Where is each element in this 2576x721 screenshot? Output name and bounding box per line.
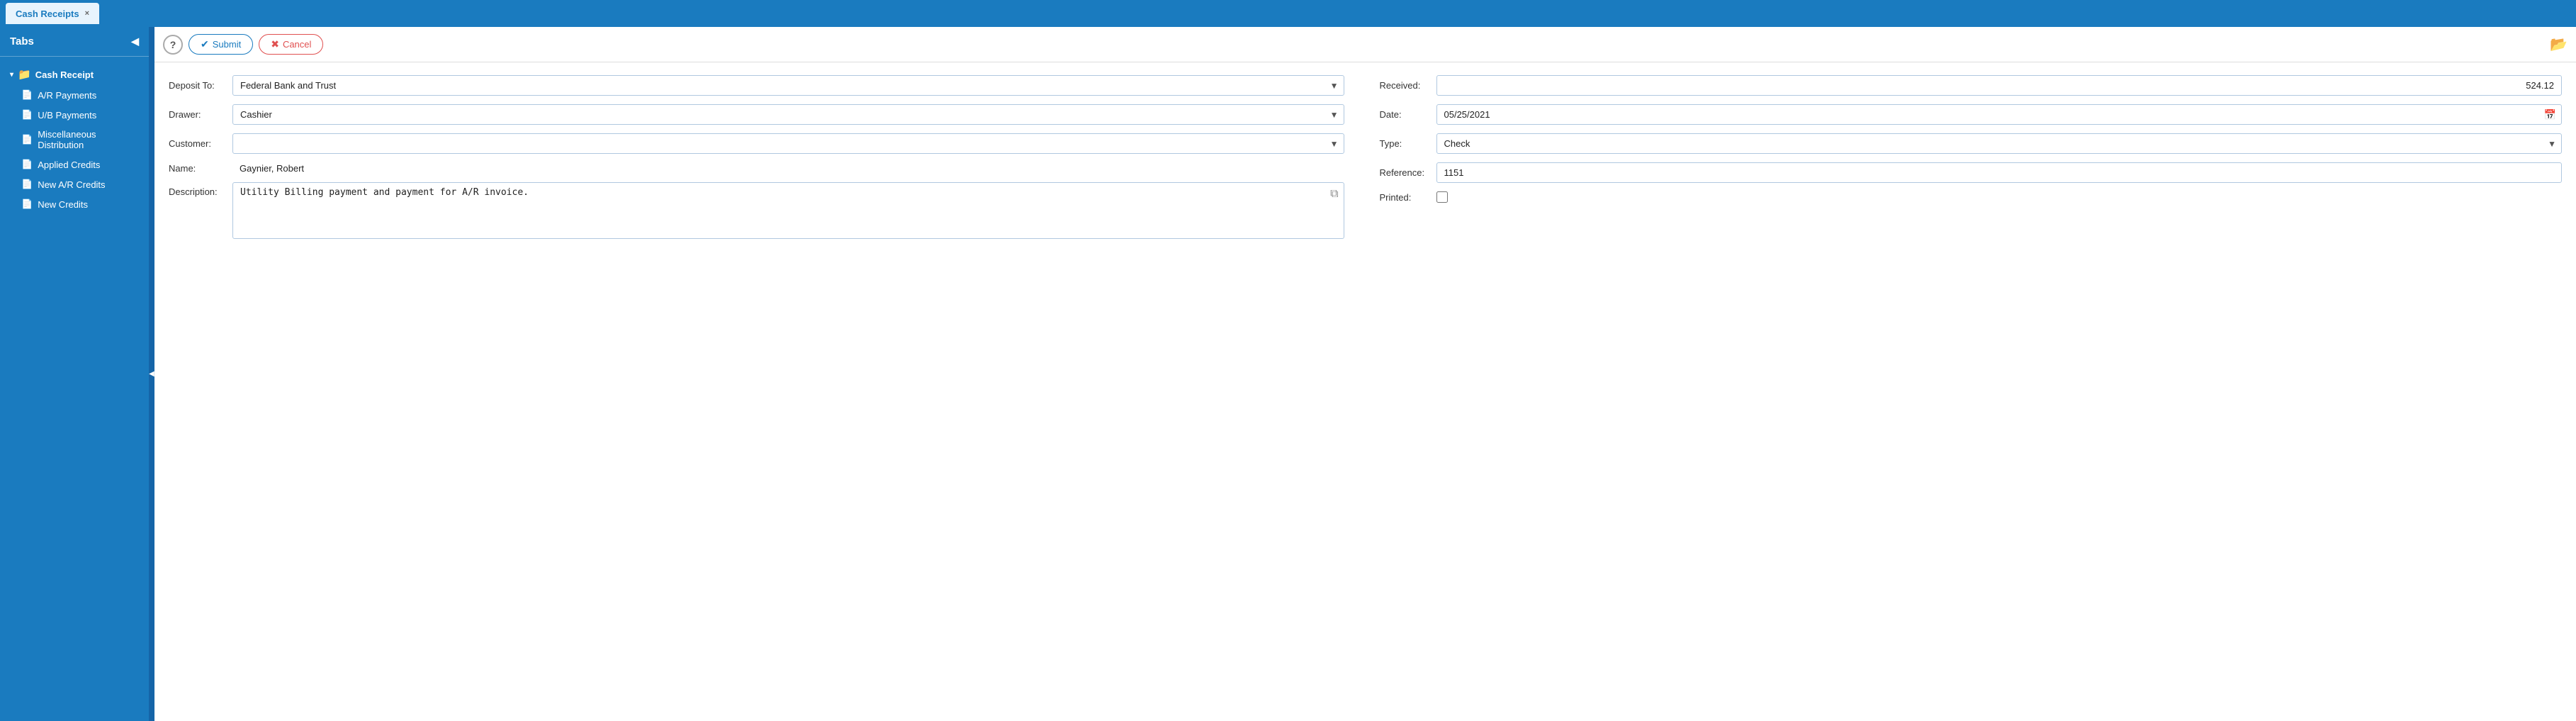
deposit-to-select-wrapper: Federal Bank and Trust ▼ (232, 75, 1344, 96)
cancel-button[interactable]: ✖ Cancel (259, 34, 323, 55)
sidebar-item-new-credits[interactable]: 📄 New Credits (6, 194, 143, 214)
submit-button[interactable]: ✔ Submit (189, 34, 253, 55)
date-input[interactable] (1436, 104, 2563, 125)
sidebar-title: Tabs (10, 35, 34, 47)
deposit-to-select[interactable]: Federal Bank and Trust (232, 75, 1344, 96)
sidebar-item-label: New A/R Credits (38, 179, 105, 190)
reference-input[interactable] (1436, 162, 2563, 183)
reference-label: Reference: (1380, 167, 1436, 178)
reference-control (1436, 162, 2563, 183)
date-row: Date: 📅 (1380, 104, 2563, 125)
type-control: Check Cash Credit Card ACH ▼ (1436, 133, 2563, 154)
sidebar-item-misc-distribution[interactable]: 📄 Miscellaneous Distribution (6, 125, 143, 155)
reference-row: Reference: (1380, 162, 2563, 183)
sidebar-toggle-icon[interactable]: ◀ (131, 35, 139, 47)
drawer-select[interactable]: Cashier (232, 104, 1344, 125)
description-label: Description: (169, 182, 232, 197)
deposit-to-row: Deposit To: Federal Bank and Trust ▼ (169, 75, 1344, 96)
copy-icon[interactable]: ⧉ (1330, 188, 1338, 201)
drawer-select-wrapper: Cashier ▼ (232, 104, 1344, 125)
doc-icon-ar: 📄 (21, 89, 33, 101)
sidebar-item-label: A/R Payments (38, 90, 96, 101)
name-row: Name: Gaynier, Robert (169, 162, 1344, 174)
printed-label: Printed: (1380, 192, 1436, 203)
received-control (1436, 75, 2563, 96)
tab-close-icon[interactable]: × (85, 9, 89, 18)
type-select-wrapper: Check Cash Credit Card ACH ▼ (1436, 133, 2563, 154)
form-left: Deposit To: Federal Bank and Trust ▼ (169, 75, 1366, 250)
date-wrapper: 📅 (1436, 104, 2563, 125)
sidebar-item-label: Applied Credits (38, 160, 100, 170)
name-label: Name: (169, 163, 232, 174)
form-grid: Deposit To: Federal Bank and Trust ▼ (169, 75, 2562, 250)
received-row: Received: (1380, 75, 2563, 96)
doc-icon-applied: 📄 (21, 159, 33, 170)
cancel-x-icon: ✖ (271, 38, 279, 50)
sidebar-item-applied-credits[interactable]: 📄 Applied Credits (6, 155, 143, 174)
printed-control (1436, 191, 2563, 203)
cancel-label: Cancel (283, 39, 311, 50)
sidebar-resize-handle[interactable]: ◀ (149, 27, 154, 721)
received-label: Received: (1380, 80, 1436, 91)
doc-icon-new-credits: 📄 (21, 199, 33, 210)
drawer-row: Drawer: Cashier ▼ (169, 104, 1344, 125)
deposit-to-label: Deposit To: (169, 80, 232, 91)
printed-row: Printed: (1380, 191, 2563, 203)
doc-icon-misc: 📄 (21, 134, 33, 145)
sidebar-item-label: New Credits (38, 199, 88, 210)
drawer-control: Cashier ▼ (232, 104, 1344, 125)
date-control: 📅 (1436, 104, 2563, 125)
description-control: Utility Billing payment and payment for … (232, 182, 1344, 241)
open-folder-icon[interactable]: 📂 (2550, 35, 2567, 53)
type-label: Type: (1380, 138, 1436, 149)
customer-row: Customer: ▼ (169, 133, 1344, 154)
sidebar-item-ub-payments[interactable]: 📄 U/B Payments (6, 105, 143, 125)
form-right: Received: Date: 📅 (1366, 75, 2563, 250)
description-textarea[interactable]: Utility Billing payment and payment for … (232, 182, 1344, 239)
name-value-text: Gaynier, Robert (232, 159, 311, 178)
customer-select-wrapper: ▼ (232, 133, 1344, 154)
submit-check-icon: ✔ (201, 38, 209, 50)
sidebar-item-new-ar-credits[interactable]: 📄 New A/R Credits (6, 174, 143, 194)
drawer-label: Drawer: (169, 109, 232, 120)
group-label: Cash Receipt (35, 69, 94, 80)
printed-checkbox[interactable] (1436, 191, 1448, 203)
customer-select[interactable] (232, 133, 1344, 154)
doc-icon-ub: 📄 (21, 109, 33, 121)
received-input[interactable] (1436, 75, 2563, 96)
deposit-to-control: Federal Bank and Trust ▼ (232, 75, 1344, 96)
sidebar-item-ar-payments[interactable]: 📄 A/R Payments (6, 85, 143, 105)
sidebar: Tabs ◀ ▾ 📁 Cash Receipt 📄 A/R Payments 📄… (0, 27, 149, 721)
type-row: Type: Check Cash Credit Card ACH ▼ (1380, 133, 2563, 154)
top-bar: Cash Receipts × (0, 0, 2576, 27)
description-row: Description: Utility Billing payment and… (169, 182, 1344, 241)
name-value-display: Gaynier, Robert (232, 162, 1344, 174)
sidebar-item-label: Miscellaneous Distribution (38, 129, 137, 150)
submit-label: Submit (213, 39, 241, 50)
customer-label: Customer: (169, 138, 232, 149)
sidebar-section: ▾ 📁 Cash Receipt 📄 A/R Payments 📄 U/B Pa… (0, 57, 149, 217)
main-layout: Tabs ◀ ▾ 📁 Cash Receipt 📄 A/R Payments 📄… (0, 27, 2576, 721)
date-label: Date: (1380, 109, 1436, 120)
cash-receipts-tab[interactable]: Cash Receipts × (6, 3, 99, 24)
form-area: Deposit To: Federal Bank and Trust ▼ (154, 62, 2576, 721)
doc-icon-new-ar: 📄 (21, 179, 33, 190)
sidebar-group-cash-receipt[interactable]: ▾ 📁 Cash Receipt (6, 64, 143, 85)
tab-label: Cash Receipts (16, 9, 79, 19)
group-chevron-icon: ▾ (10, 71, 13, 79)
description-textarea-wrapper: Utility Billing payment and payment for … (232, 182, 1344, 241)
sidebar-item-label: U/B Payments (38, 110, 96, 121)
folder-icon: 📁 (18, 68, 31, 81)
customer-control: ▼ (232, 133, 1344, 154)
toolbar: ? ✔ Submit ✖ Cancel 📂 (154, 27, 2576, 62)
sidebar-header: Tabs ◀ (0, 27, 149, 57)
content-area: ? ✔ Submit ✖ Cancel 📂 Deposit To: (154, 27, 2576, 721)
help-button[interactable]: ? (163, 35, 183, 55)
type-select[interactable]: Check Cash Credit Card ACH (1436, 133, 2563, 154)
